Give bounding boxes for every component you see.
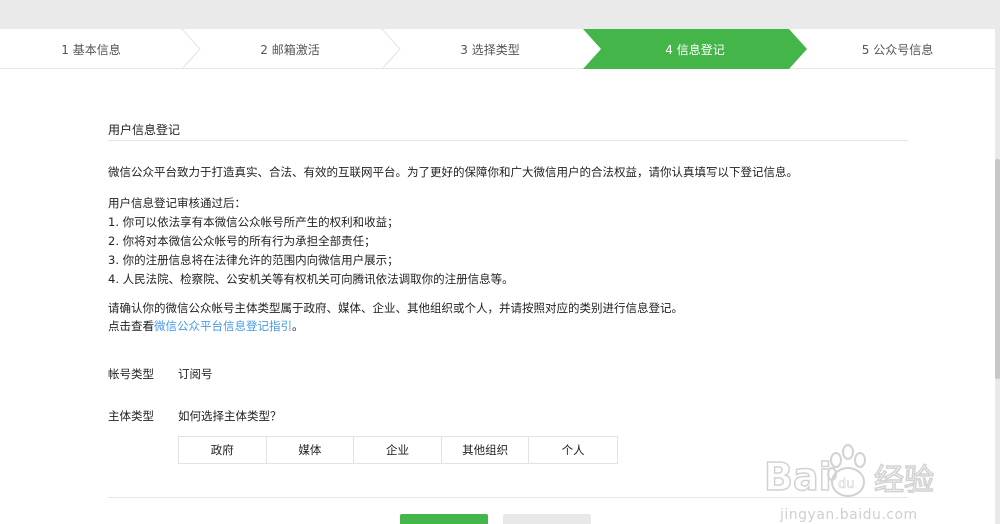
step-3: 3 选择类型 xyxy=(460,42,520,57)
review-item: 3. 你的注册信息将在法律允许的范围内向微信用户展示； xyxy=(108,253,399,267)
baidu-watermark-logo: Bai 经验 du xyxy=(763,444,935,500)
divider xyxy=(108,140,908,141)
page-scrollbar[interactable] xyxy=(995,29,1000,524)
subject-option-other-org[interactable]: 其他组织 xyxy=(442,437,530,463)
baidu-jingyan-watermark: Bai 经验 du jingyan.baidu.com xyxy=(762,434,952,524)
subject-option-individual[interactable]: 个人 xyxy=(529,437,617,463)
step-4-active: 4 信息登记 xyxy=(665,42,725,57)
subject-type-help-link[interactable]: 如何选择主体类型？ xyxy=(178,408,282,424)
review-item: 4. 人民法院、检察院、公安机关等有权机关可向腾讯依法调取你的注册信息等。 xyxy=(108,272,514,286)
step-progress-bar: 1 基本信息 2 邮箱激活 3 选择类型 4 信息登记 5 公众号信息 xyxy=(0,29,995,69)
guide-suffix: 。 xyxy=(292,319,304,333)
guide-line: 点击查看微信公众平台信息登记指引。 xyxy=(108,317,304,336)
confirm-text: 请确认你的微信公众帐号主体类型属于政府、媒体、企业、其他组织或个人，并请按照对应… xyxy=(108,301,683,315)
subject-type-selector: 政府 媒体 企业 其他组织 个人 xyxy=(178,436,618,464)
registration-guide-link[interactable]: 微信公众平台信息登记指引 xyxy=(154,319,292,333)
subject-option-media[interactable]: 媒体 xyxy=(267,437,355,463)
svg-text:du: du xyxy=(838,477,855,492)
watermark-url: jingyan.baidu.com xyxy=(780,507,918,523)
guide-prefix: 点击查看 xyxy=(108,319,154,333)
svg-text:经验: 经验 xyxy=(874,463,934,498)
step-2: 2 邮箱激活 xyxy=(260,42,320,57)
scrollbar-thumb[interactable] xyxy=(995,159,1000,379)
review-heading: 用户信息登记审核通过后： xyxy=(108,196,246,210)
account-type-value: 订阅号 xyxy=(178,367,213,381)
step-5: 5 公众号信息 xyxy=(861,42,934,57)
intro-text: 微信公众平台致力于打造真实、合法、有效的互联网平台。为了更好的保障你和广大微信用… xyxy=(108,165,798,179)
review-item: 2. 你将对本微信公众帐号的所有行为承担全部责任； xyxy=(108,234,376,248)
step-1: 1 基本信息 xyxy=(61,42,121,57)
subject-type-label: 主体类型 xyxy=(108,409,154,423)
previous-button[interactable] xyxy=(503,514,591,524)
account-type-label: 帐号类型 xyxy=(108,367,154,381)
subject-option-enterprise[interactable]: 企业 xyxy=(354,437,442,463)
subject-option-government[interactable]: 政府 xyxy=(179,437,267,463)
svg-text:Bai: Bai xyxy=(764,455,832,499)
review-item: 1. 你可以依法享有本微信公众帐号所产生的权利和收益； xyxy=(108,215,399,229)
section-title: 用户信息登记 xyxy=(108,123,181,137)
page-container: 1 基本信息 2 邮箱激活 3 选择类型 4 信息登记 5 公众号信息 用户信息… xyxy=(0,29,995,524)
continue-button[interactable] xyxy=(400,514,488,524)
